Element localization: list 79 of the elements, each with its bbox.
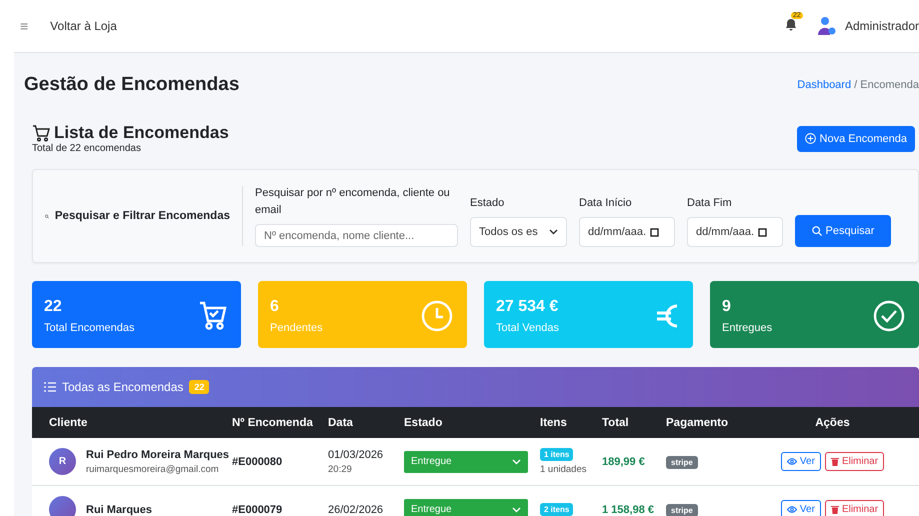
chevron-icon: [512, 458, 521, 464]
chevron-icon: [512, 506, 521, 512]
order-number: #E000080: [232, 456, 282, 468]
stat-label: Entregues: [722, 322, 772, 334]
stat-value: 27 534 €: [496, 298, 559, 316]
customer-name: Rui Marques: [86, 504, 152, 516]
column-header: Nº Encomenda: [232, 416, 314, 428]
payment-badge: stripe: [666, 456, 698, 468]
date-field[interactable]: dd/mm/aaa.: [579, 217, 675, 247]
search-icon: [812, 226, 822, 236]
column-header: Cliente: [48, 416, 88, 428]
field-label: Data Fim: [687, 196, 733, 211]
delete-button[interactable]: Eliminar: [824, 452, 884, 471]
order-time: 20:29: [328, 464, 353, 474]
new-order-button[interactable]: Nova Encomenda: [796, 126, 915, 152]
column-header: Itens: [540, 416, 568, 428]
cart-icon: [199, 300, 227, 330]
clock-icon: [421, 300, 453, 332]
customer-name: Rui Pedro Moreira Marques: [86, 448, 230, 460]
items-badge: 1 itens: [540, 448, 574, 461]
stat-value: 6: [270, 298, 280, 316]
order-total: 1 158,98 €: [602, 504, 654, 516]
field-label: Estado: [470, 196, 506, 211]
count-badge: 22: [189, 380, 210, 394]
delete-button[interactable]: Eliminar: [824, 500, 884, 516]
status-select[interactable]: Todos os es: [470, 217, 567, 247]
status-select[interactable]: Entregue: [404, 450, 528, 472]
calendar-icon: [650, 228, 660, 236]
column-header: Total: [602, 416, 630, 428]
chevron-icon: [549, 229, 558, 235]
items-badge: 2 itens: [540, 503, 574, 516]
search-button[interactable]: Pesquisar: [795, 215, 891, 247]
bell-icon[interactable]: [784, 18, 797, 31]
breadcrumb-link[interactable]: Dashboard: [797, 79, 852, 91]
stat-label: Pendentes: [270, 322, 323, 334]
column-header: Ações: [814, 416, 851, 428]
date-field[interactable]: dd/mm/aaa.: [687, 217, 783, 247]
cart-icon: [32, 124, 50, 142]
units-text: 1 unidades: [540, 464, 588, 475]
avatar: [49, 496, 76, 516]
trash-icon: [830, 505, 839, 514]
order-number: #E000079: [232, 504, 282, 516]
list-icon: [44, 382, 56, 392]
stat-value: 22: [44, 298, 63, 316]
view-button[interactable]: Ver: [780, 500, 821, 516]
customer-email: ruimarquesmoreira@gmail.com: [86, 464, 220, 474]
status-select[interactable]: Entregue: [404, 498, 528, 516]
stat-label: Total Vendas: [496, 322, 559, 334]
stat-value: 9: [722, 298, 732, 316]
order-date: 01/03/2026: [328, 448, 384, 460]
eye-icon: [786, 506, 797, 513]
order-total: 189,99 €: [602, 456, 645, 468]
breadcrumb-current: Encomenda: [860, 79, 919, 91]
eye-icon: [786, 458, 797, 465]
user-settings-icon[interactable]: [816, 16, 837, 36]
column-header: Estado: [404, 416, 444, 428]
calendar-icon: [758, 228, 768, 236]
menu-icon[interactable]: ≡: [20, 18, 28, 34]
page-title: Gestão de Encomendas: [24, 74, 240, 96]
search-field[interactable]: Nº encomenda, nome cliente...: [255, 224, 458, 247]
filter-title: Pesquisar e Filtrar Encomendas: [54, 210, 230, 222]
order-total-text: Total de 22 encomendas: [32, 143, 142, 154]
column-header: Data: [328, 416, 354, 428]
plus-circle-icon: [804, 133, 816, 144]
user-name[interactable]: Administrador: [844, 19, 919, 33]
back-to-store-link[interactable]: Voltar à Loja: [50, 19, 117, 33]
payment-badge: stripe: [666, 504, 698, 516]
order-date: 26/02/2026: [328, 504, 384, 516]
table-title: Todas as Encomendas: [62, 380, 184, 394]
view-button[interactable]: Ver: [780, 452, 821, 471]
stat-label: Total Encomendas: [44, 322, 134, 334]
field-label: Data Início: [579, 196, 633, 211]
list-title: Lista de Encomendas: [54, 123, 229, 143]
check-circle-icon: [873, 300, 905, 332]
avatar: R: [49, 448, 76, 475]
breadcrumb-separator: /: [854, 79, 858, 91]
field-label: Pesquisar por nº encomenda, cliente ou email: [255, 186, 451, 218]
trash-icon: [830, 457, 839, 466]
column-header: Pagamento: [666, 416, 729, 428]
